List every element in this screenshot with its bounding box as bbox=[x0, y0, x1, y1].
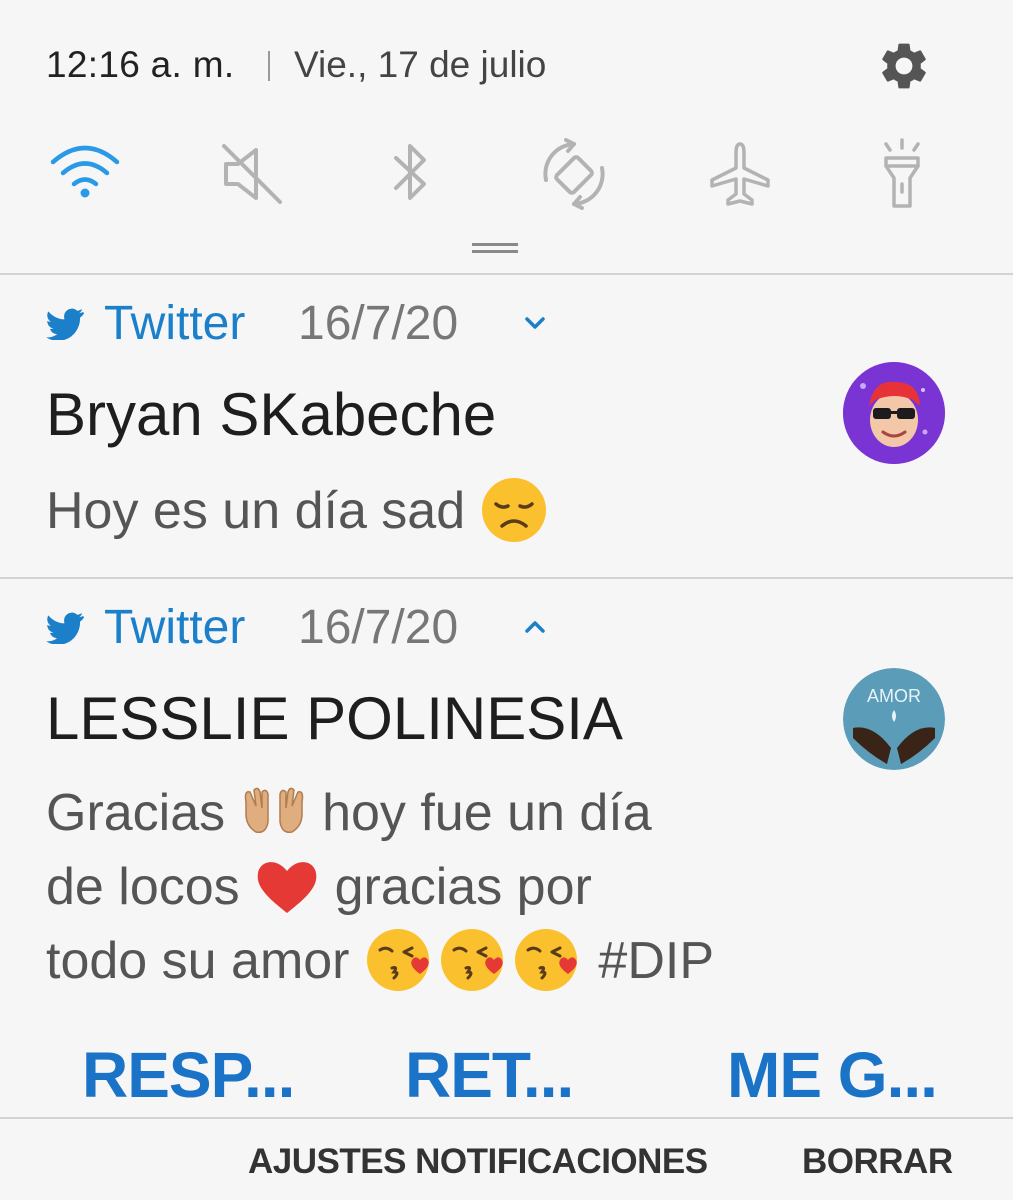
flashlight-icon[interactable] bbox=[864, 136, 940, 212]
mute-icon[interactable] bbox=[214, 136, 290, 212]
notification-card[interactable]: Twitter 16/7/20 Bryan SKabeche Hoy es un… bbox=[0, 276, 1013, 576]
notification-date: 16/7/20 bbox=[298, 297, 459, 350]
message-text: gracias por bbox=[334, 858, 592, 916]
quick-settings-row bbox=[0, 136, 1013, 216]
clock: 12:16 a. m. bbox=[46, 44, 235, 85]
twitter-bird-icon bbox=[46, 308, 84, 340]
app-name: Twitter bbox=[104, 601, 246, 654]
airplane-icon[interactable] bbox=[702, 136, 778, 212]
status-bar: 12:16 a. m. Vie., 17 de julio bbox=[0, 0, 1013, 130]
avatar-text: AMOR bbox=[867, 686, 921, 706]
message-line: de locos gracias por bbox=[46, 850, 714, 924]
date-label: Vie., 17 de julio bbox=[294, 44, 547, 85]
avatar-image bbox=[843, 362, 945, 464]
divider bbox=[268, 51, 270, 81]
message-text: Hoy es un día sad bbox=[46, 482, 466, 540]
notification-actions: RESP... RET... ME G... bbox=[0, 1028, 1013, 1118]
app-name: Twitter bbox=[104, 297, 246, 350]
like-button[interactable]: ME G... bbox=[727, 1038, 938, 1112]
message-text: de locos bbox=[46, 858, 240, 916]
notification-panel-footer: AJUSTES NOTIFICACIONES BORRAR bbox=[0, 1120, 1013, 1200]
message-text: todo su amor bbox=[46, 932, 350, 990]
notification-message: Gracias hoy fue un día de locos gracias … bbox=[46, 776, 714, 998]
sender-name: Bryan SKabeche bbox=[46, 381, 497, 448]
twitter-bird-icon bbox=[46, 612, 84, 644]
sender-name: LESSLIE POLINESIA bbox=[46, 685, 623, 752]
message-line: Gracias hoy fue un día bbox=[46, 776, 714, 850]
rotate-icon[interactable] bbox=[536, 136, 612, 212]
message-text: hoy fue un día bbox=[322, 784, 652, 842]
clear-button[interactable]: BORRAR bbox=[802, 1142, 953, 1182]
bluetooth-icon[interactable] bbox=[372, 136, 448, 212]
disappointed-face-icon bbox=[481, 478, 546, 543]
notification-settings-button[interactable]: AJUSTES NOTIFICACIONES bbox=[248, 1142, 708, 1182]
divider bbox=[0, 577, 1013, 579]
notification-message: Hoy es un día sad bbox=[46, 474, 548, 548]
divider bbox=[0, 273, 1013, 275]
retweet-button[interactable]: RET... bbox=[405, 1038, 574, 1112]
chevron-down-icon[interactable] bbox=[522, 310, 548, 336]
avatar-image: AMOR bbox=[843, 668, 945, 770]
avatar[interactable] bbox=[843, 362, 945, 464]
message-text: #DIP bbox=[598, 932, 715, 990]
red-heart-icon bbox=[257, 862, 317, 914]
raising-hands-icon bbox=[244, 787, 303, 834]
reply-button[interactable]: RESP... bbox=[82, 1038, 295, 1112]
drag-handle[interactable] bbox=[472, 243, 518, 253]
wifi-icon[interactable] bbox=[47, 136, 123, 212]
message-line: todo su amor #DIP bbox=[46, 924, 714, 998]
notification-date: 16/7/20 bbox=[298, 601, 459, 654]
gear-icon[interactable] bbox=[876, 38, 932, 94]
face-blowing-kiss-icon bbox=[366, 929, 577, 992]
chevron-up-icon[interactable] bbox=[522, 614, 548, 640]
message-text: Gracias bbox=[46, 784, 226, 842]
avatar[interactable]: AMOR bbox=[843, 668, 945, 770]
divider bbox=[0, 1117, 1013, 1119]
